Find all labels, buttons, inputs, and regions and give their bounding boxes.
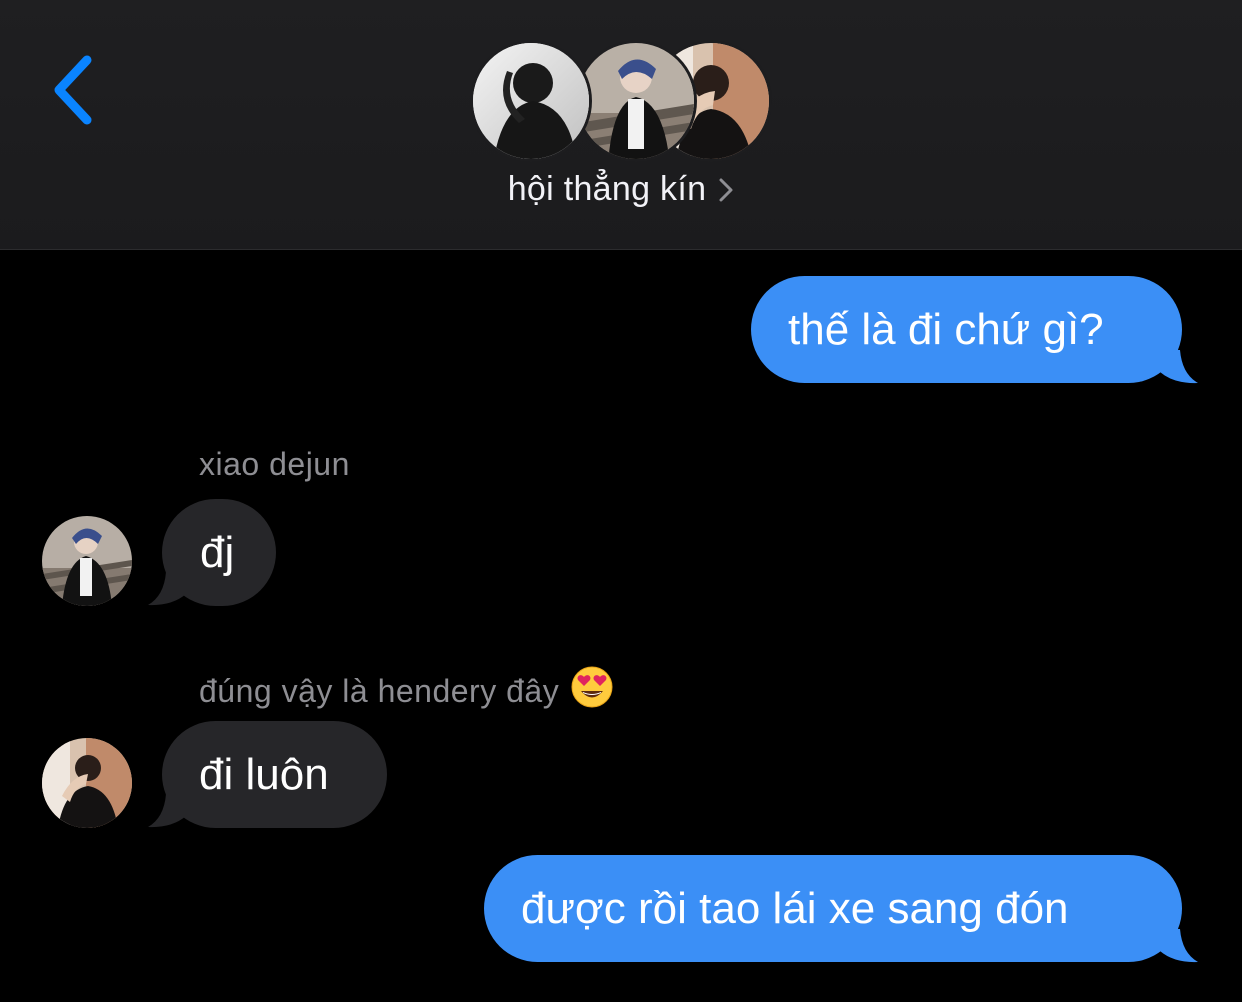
message-text: đj (200, 527, 235, 577)
incoming-message-bubble[interactable]: đi luôn (162, 721, 387, 828)
message-text: đi luôn (199, 749, 329, 799)
chevron-left-icon (54, 55, 92, 125)
bubble-tail (1160, 929, 1198, 963)
sender-avatar[interactable] (42, 516, 132, 606)
group-name: hội thẳng kín (507, 170, 707, 208)
back-button[interactable] (38, 50, 108, 130)
message-text: được rồi tao lái xe sang đón (521, 883, 1069, 933)
sender-avatar[interactable] (42, 738, 132, 828)
bubble-tail (148, 572, 186, 606)
sender-name: đúng vậy là hendery đây (199, 666, 613, 716)
group-avatars[interactable] (470, 40, 775, 165)
chevron-right-icon (718, 177, 734, 203)
message-text: thế là đi chứ gì? (788, 304, 1104, 354)
bubble-tail (148, 794, 186, 828)
sender-name: xiao dejun (199, 446, 350, 482)
conversation-header: hội thẳng kín (0, 0, 1242, 250)
group-name-row[interactable]: hội thẳng kín (0, 170, 1242, 209)
outgoing-message-bubble[interactable]: thế là đi chứ gì? (751, 276, 1182, 383)
messages-screen: hội thẳng kín thế là đi chứ gì? xiao dej… (0, 0, 1242, 1002)
member-avatar-1 (470, 40, 592, 162)
member-avatar-2 (575, 40, 697, 162)
outgoing-message-bubble[interactable]: được rồi tao lái xe sang đón (484, 855, 1182, 962)
heart-eyes-emoji-icon (571, 666, 613, 716)
bubble-tail (1160, 350, 1198, 384)
